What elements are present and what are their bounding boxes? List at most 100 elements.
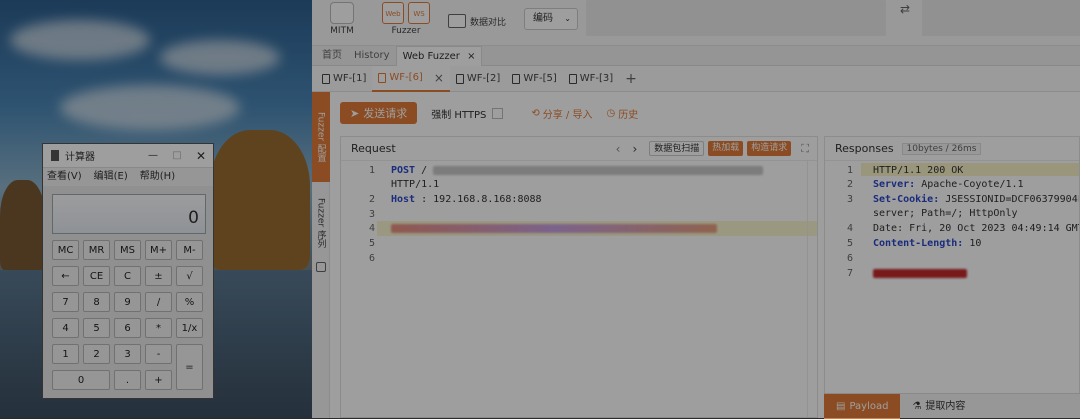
file-icon xyxy=(568,73,577,84)
calc-key[interactable]: 1 xyxy=(52,344,79,364)
tab-home[interactable]: 首页 xyxy=(316,46,348,66)
response-line-2: Server: Apache-Coyote/1.1 xyxy=(873,179,1024,190)
menu-edit[interactable]: 编辑(E) xyxy=(94,168,128,186)
calc-key[interactable]: ± xyxy=(145,266,172,286)
force-https-option[interactable]: 强制 HTTPS xyxy=(431,106,504,121)
calc-key[interactable]: CE xyxy=(83,266,110,286)
tab-label: WF-[6] xyxy=(389,71,423,83)
calc-key[interactable]: MC xyxy=(52,240,79,260)
calc-key[interactable]: 7 xyxy=(52,292,79,312)
tool-label: 数据对比 xyxy=(470,17,507,28)
fuzzer-tool[interactable]: Web WS Fuzzer xyxy=(382,2,430,36)
calc-key[interactable]: C xyxy=(114,266,141,286)
tab-label: WF-[2] xyxy=(466,72,501,84)
calc-key[interactable]: % xyxy=(176,292,203,312)
tab-extract[interactable]: ⚗ 提取内容 xyxy=(900,394,977,419)
chevron-right-icon[interactable]: › xyxy=(632,142,637,156)
maximize-icon[interactable]: □ xyxy=(165,150,189,161)
chevron-left-icon[interactable]: ‹ xyxy=(616,142,621,156)
encode-select[interactable]: 编码 ⌄ xyxy=(524,8,578,30)
packet-scan-button[interactable]: 数据包扫描 xyxy=(649,141,705,156)
close-icon[interactable]: × xyxy=(467,51,475,62)
https-checkbox[interactable] xyxy=(492,107,504,119)
calculator-title: 计算器 xyxy=(65,152,95,163)
menu-help[interactable]: 帮助(H) xyxy=(140,168,175,186)
calc-key[interactable]: 6 xyxy=(114,318,141,338)
file-icon xyxy=(512,73,521,84)
send-label: 发送请求 xyxy=(363,107,408,120)
tab-label: WF-[3] xyxy=(579,72,614,84)
response-line-5: Content-Length: 10 xyxy=(873,238,981,249)
calc-key[interactable]: √ xyxy=(176,266,203,286)
swap-icon[interactable]: ⇄ xyxy=(900,2,910,16)
response-viewer[interactable]: 1 HTTP/1.1 200 OK 2 Server: Apache-Coyot… xyxy=(825,161,1079,393)
minimize-icon[interactable]: — xyxy=(141,150,165,161)
calc-key[interactable]: M- xyxy=(176,240,203,260)
calculator-display: 0 xyxy=(52,194,206,234)
request-path: / xyxy=(421,165,428,176)
line-number: 4 xyxy=(846,223,853,234)
encode-output-area[interactable] xyxy=(922,0,1080,36)
calc-key[interactable]: = xyxy=(176,344,203,390)
line-number: 1 xyxy=(368,165,375,176)
request-panel: Request ‹ › 数据包扫描 热加载 构造请求 ⛶ 1 POST / HT… xyxy=(340,136,818,418)
calc-key[interactable]: 1/x xyxy=(176,318,203,338)
editor-scrollbar[interactable] xyxy=(807,161,815,417)
header-value: : 192.168.8.168:8088 xyxy=(421,194,542,205)
send-request-button[interactable]: ➤ 发送请求 xyxy=(340,102,418,124)
robot-icon xyxy=(330,2,354,24)
tab-wf-1[interactable]: WF-[1] xyxy=(316,66,372,92)
mitm-tool[interactable]: MITM xyxy=(330,2,354,36)
response-panel: Responses 10bytes / 26ms 1 HTTP/1.1 200 … xyxy=(824,136,1080,418)
request-line-2: Host : 192.168.8.168:8088 xyxy=(391,194,542,205)
sidebar-tab-sequence[interactable]: Fuzzer 序列 xyxy=(312,188,330,258)
header-key: Set-Cookie: xyxy=(873,194,940,205)
tab-web-fuzzer[interactable]: Web Fuzzer × xyxy=(395,45,483,66)
line-number: 2 xyxy=(368,194,375,205)
calc-key[interactable]: ← xyxy=(52,266,79,286)
wallpaper-cloud xyxy=(10,20,150,60)
line-number: 3 xyxy=(368,209,375,220)
sidebar-tab-config[interactable]: Fuzzer 配置 xyxy=(312,92,330,182)
tab-label: 提取内容 xyxy=(925,401,966,412)
tab-payload[interactable]: ▤ Payload xyxy=(824,394,901,419)
calc-key[interactable]: / xyxy=(145,292,172,312)
calc-key[interactable]: M+ xyxy=(145,240,172,260)
history-link[interactable]: ◷ 历史 xyxy=(606,106,638,121)
build-request-button[interactable]: 构造请求 xyxy=(747,141,792,156)
close-icon[interactable]: ✕ xyxy=(189,149,213,163)
encode-input-area[interactable] xyxy=(586,0,886,36)
fullscreen-icon[interactable]: ⛶ xyxy=(801,142,809,156)
calc-key[interactable]: . xyxy=(114,370,141,390)
calc-key[interactable]: MS xyxy=(114,240,141,260)
calc-key[interactable]: 4 xyxy=(52,318,79,338)
hot-load-button[interactable]: 热加载 xyxy=(708,141,744,156)
add-tab-icon[interactable]: + xyxy=(619,66,643,92)
compare-tool[interactable]: 数据对比 xyxy=(448,14,506,28)
send-icon: ➤ xyxy=(350,106,360,120)
tab-wf-3[interactable]: WF-[3] xyxy=(563,66,619,92)
tab-history[interactable]: History xyxy=(348,46,396,66)
sequence-icon xyxy=(316,262,326,272)
ws-fuzzer-icon: WS xyxy=(408,2,430,24)
calculator-titlebar[interactable]: 计算器 — □ ✕ xyxy=(43,144,213,168)
calc-key[interactable]: MR xyxy=(83,240,110,260)
share-import-link[interactable]: ⟲ 分享 / 导入 xyxy=(531,106,592,121)
calc-key[interactable]: - xyxy=(145,344,172,364)
close-icon[interactable]: × xyxy=(434,65,444,91)
calc-key[interactable]: + xyxy=(145,370,172,390)
tab-wf-5[interactable]: WF-[5] xyxy=(506,66,562,92)
calc-key[interactable]: * xyxy=(145,318,172,338)
request-editor[interactable]: 1 POST / HTTP/1.1 2 Host : 192.168.8.168… xyxy=(341,161,817,417)
tab-wf-2[interactable]: WF-[2] xyxy=(450,66,506,92)
calc-key[interactable]: 0 xyxy=(52,370,110,390)
tab-wf-6[interactable]: WF-[6] × xyxy=(372,65,450,92)
calc-key[interactable]: 8 xyxy=(83,292,110,312)
file-icon xyxy=(322,73,330,84)
calc-key[interactable]: 3 xyxy=(114,344,141,364)
line-number: 5 xyxy=(846,238,853,249)
calc-key[interactable]: 2 xyxy=(83,344,110,364)
calc-key[interactable]: 9 xyxy=(114,292,141,312)
menu-view[interactable]: 查看(V) xyxy=(47,168,82,186)
calc-key[interactable]: 5 xyxy=(83,318,110,338)
